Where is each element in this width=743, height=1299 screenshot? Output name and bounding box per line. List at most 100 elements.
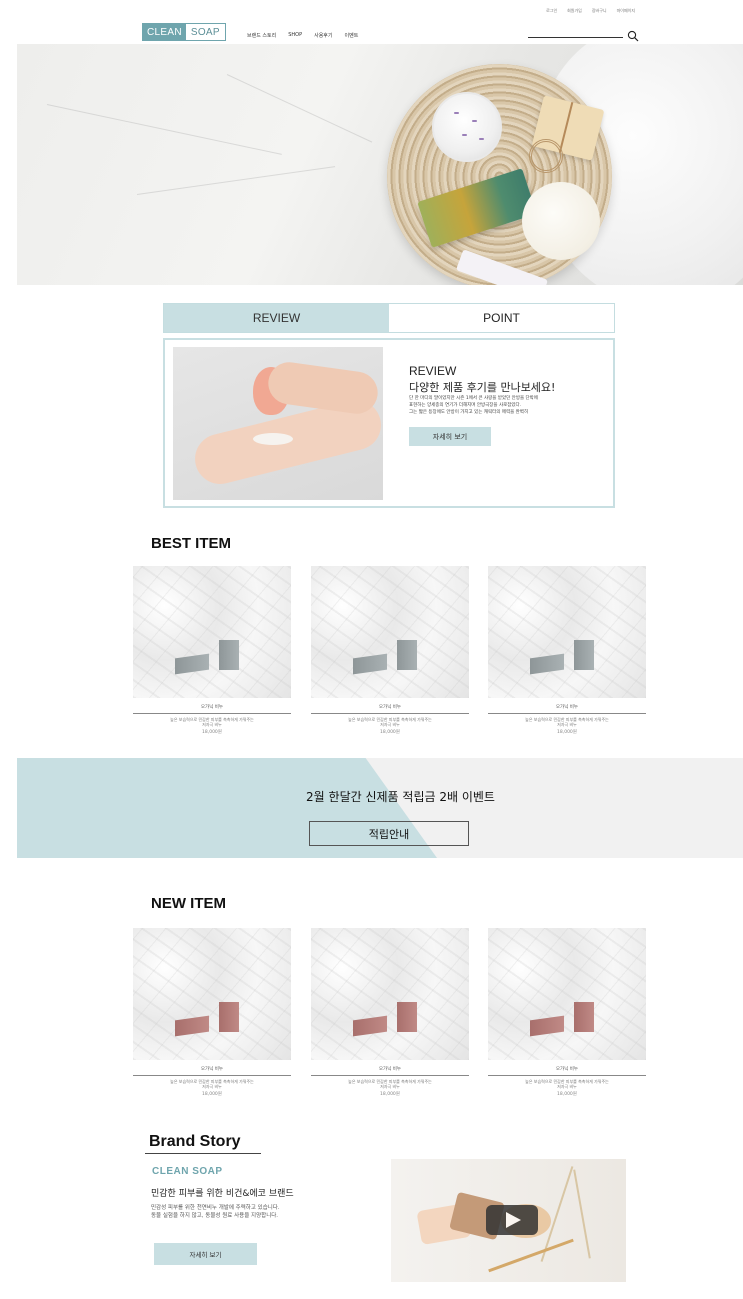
cream-dab bbox=[253, 433, 293, 445]
utility-links: 로그인 회원가입 장바구니 마이페이지 bbox=[546, 8, 635, 14]
event-banner: 2월 한달간 신제품 적립금 2배 이벤트 적립안내 bbox=[17, 758, 743, 858]
login-link[interactable]: 로그인 bbox=[546, 8, 557, 14]
product-desc: 높은 보습력으로 민감한 피부를 촉촉하게 가꿔주는 저자극 비누 bbox=[311, 1079, 469, 1089]
brand-desc-line: 동물 실험을 하지 않고, 동물성 원료 사용을 지양합니다. bbox=[151, 1213, 279, 1219]
product-desc: 높은 보습력으로 민감한 피부를 촉촉하게 가꿔주는 저자극 비누 bbox=[488, 717, 646, 727]
points-info-button[interactable]: 적립안내 bbox=[309, 821, 469, 846]
play-icon[interactable] bbox=[486, 1205, 538, 1235]
product-desc-line: 저자극 비누 bbox=[380, 1084, 400, 1089]
soap-bar bbox=[574, 640, 594, 670]
product-name: 오가닉 비누 bbox=[311, 704, 469, 714]
soap-bar bbox=[397, 1002, 417, 1032]
logo-clean: CLEAN bbox=[143, 24, 186, 40]
nav-shop[interactable]: SHOP bbox=[288, 32, 302, 39]
tab-review[interactable]: REVIEW bbox=[164, 304, 389, 332]
round-sponge bbox=[522, 182, 600, 260]
marble-vein bbox=[226, 74, 373, 143]
brand-logo-text: CLEAN SOAP bbox=[152, 1166, 223, 1177]
mypage-link[interactable]: 마이페이지 bbox=[617, 8, 635, 14]
honey-dipper bbox=[488, 1238, 574, 1273]
soap-bar bbox=[353, 653, 387, 675]
product-name: 오가닉 비누 bbox=[133, 1066, 291, 1076]
search-icon[interactable] bbox=[627, 27, 639, 42]
product-image bbox=[311, 928, 469, 1060]
product-price: 18,000원 bbox=[557, 730, 577, 735]
best-product-card[interactable]: 오가닉 비누 높은 보습력으로 민감한 피부를 촉촉하게 가꿔주는 저자극 비누 … bbox=[311, 566, 469, 735]
product-name: 오가닉 비누 bbox=[133, 704, 291, 714]
title-underline bbox=[145, 1153, 261, 1154]
product-price: 18,000원 bbox=[202, 730, 222, 735]
soap-bar bbox=[219, 640, 239, 670]
product-image bbox=[133, 566, 291, 698]
best-product-card[interactable]: 오가닉 비누 높은 보습력으로 민감한 피부를 촉촉하게 가꿔주는 저자극 비누 … bbox=[488, 566, 646, 735]
product-price: 18,000원 bbox=[380, 1092, 400, 1097]
product-desc-line: 저자극 비누 bbox=[380, 722, 400, 727]
main-nav: 브랜드 스토리 SHOP 사용후기 이벤트 bbox=[247, 32, 358, 39]
review-description: 단 한 마디의 말이었지만 시즌 1에서 큰 사랑을 받았던 안방을 단박에 표… bbox=[409, 395, 609, 416]
soap-bar bbox=[530, 1015, 564, 1037]
dried-grass bbox=[573, 1169, 591, 1259]
product-desc-line: 저자극 비누 bbox=[557, 1084, 577, 1089]
soap-bar bbox=[397, 640, 417, 670]
product-image bbox=[488, 928, 646, 1060]
new-product-card[interactable]: 오가닉 비누 높은 보습력으로 민감한 피부를 촉촉하게 가꿔주는 저자극 비누 … bbox=[488, 928, 646, 1097]
product-image bbox=[133, 928, 291, 1060]
bath-salt-bowl bbox=[432, 92, 502, 162]
product-name: 오가닉 비누 bbox=[488, 1066, 646, 1076]
brand-subtitle: 민감한 피부를 위한 비건&에코 브랜드 bbox=[151, 1189, 294, 1199]
soap-bar bbox=[175, 653, 209, 675]
marble-vein bbox=[136, 166, 336, 195]
review-panel: REVIEW 다양한 제품 후기를 만나보세요! 단 한 마디의 말이었지만 시… bbox=[163, 338, 615, 508]
review-title: REVIEW bbox=[409, 364, 457, 378]
review-desc-line: 그는 짧은 등장에도 안방이 가지고 있는 캐릭터의 매력을 완벽히 bbox=[409, 410, 529, 415]
brand-description: 민감성 피부를 위한 천연비누 개발에 주력하고 있습니다. 동물 실험을 하지… bbox=[151, 1204, 351, 1220]
soap-bar bbox=[175, 1015, 209, 1037]
review-subtitle: 다양한 제품 후기를 만나보세요! bbox=[409, 381, 556, 394]
signup-link[interactable]: 회원가입 bbox=[567, 8, 582, 14]
hero-banner bbox=[17, 44, 743, 285]
product-desc-line: 저자극 비누 bbox=[202, 1084, 222, 1089]
tab-point[interactable]: POINT bbox=[389, 304, 614, 332]
product-desc: 높은 보습력으로 민감한 피부를 촉촉하게 가꿔주는 저자극 비누 bbox=[488, 1079, 646, 1089]
cart-link[interactable]: 장바구니 bbox=[592, 8, 607, 14]
review-image bbox=[173, 347, 383, 500]
soap-bar bbox=[219, 1002, 239, 1032]
twine-ball bbox=[529, 139, 563, 173]
product-name: 오가닉 비누 bbox=[488, 704, 646, 714]
product-name: 오가닉 비누 bbox=[311, 1066, 469, 1076]
best-item-title: BEST ITEM bbox=[151, 535, 232, 552]
search-input[interactable] bbox=[528, 37, 623, 38]
product-desc: 높은 보습력으로 민감한 피부를 촉촉하게 가꿔주는 저자극 비누 bbox=[133, 1079, 291, 1089]
brand-story-title: Brand Story bbox=[149, 1133, 241, 1150]
event-title: 2월 한달간 신제품 적립금 2배 이벤트 bbox=[306, 790, 495, 804]
product-price: 18,000원 bbox=[557, 1092, 577, 1097]
brand-video[interactable] bbox=[391, 1159, 626, 1282]
marble-vein bbox=[46, 104, 282, 155]
review-desc-line: 단 한 마디의 말이었지만 시즌 1에서 큰 사랑을 받았던 안방을 단박에 bbox=[409, 396, 538, 401]
product-desc-line: 저자극 비누 bbox=[202, 722, 222, 727]
review-desc-line: 표현하는 양세종의 연기가 더해지며 안방극장을 사로잡았다. bbox=[409, 403, 522, 408]
product-image bbox=[488, 566, 646, 698]
best-product-card[interactable]: 오가닉 비누 높은 보습력으로 민감한 피부를 촉촉하게 가꿔주는 저자극 비누 … bbox=[133, 566, 291, 735]
brand-desc-line: 민감성 피부를 위한 천연비누 개발에 주력하고 있습니다. bbox=[151, 1205, 280, 1211]
logo-soap: SOAP bbox=[185, 24, 225, 40]
product-desc-line: 저자극 비누 bbox=[557, 722, 577, 727]
new-product-card[interactable]: 오가닉 비누 높은 보습력으로 민감한 피부를 촉촉하게 가꿔주는 저자극 비누 … bbox=[311, 928, 469, 1097]
site-logo[interactable]: CLEAN SOAP bbox=[142, 23, 226, 41]
review-point-tabs: REVIEW POINT bbox=[163, 303, 615, 333]
brand-more-button[interactable]: 자세히 보기 bbox=[154, 1243, 257, 1265]
nav-reviews[interactable]: 사용후기 bbox=[314, 32, 332, 39]
review-more-button[interactable]: 자세히 보기 bbox=[409, 427, 491, 446]
product-desc: 높은 보습력으로 민감한 피부를 촉촉하게 가꿔주는 저자극 비누 bbox=[311, 717, 469, 727]
soap-bar bbox=[353, 1015, 387, 1037]
product-desc: 높은 보습력으로 민감한 피부를 촉촉하게 가꿔주는 저자극 비누 bbox=[133, 717, 291, 727]
product-image bbox=[311, 566, 469, 698]
nav-event[interactable]: 이벤트 bbox=[345, 32, 359, 39]
product-price: 18,000원 bbox=[202, 1092, 222, 1097]
product-price: 18,000원 bbox=[380, 730, 400, 735]
new-item-title: NEW ITEM bbox=[151, 895, 226, 912]
nav-brand-story[interactable]: 브랜드 스토리 bbox=[247, 32, 276, 39]
soap-bar bbox=[574, 1002, 594, 1032]
soap-bar bbox=[530, 653, 564, 675]
new-product-card[interactable]: 오가닉 비누 높은 보습력으로 민감한 피부를 촉촉하게 가꿔주는 저자극 비누 … bbox=[133, 928, 291, 1097]
